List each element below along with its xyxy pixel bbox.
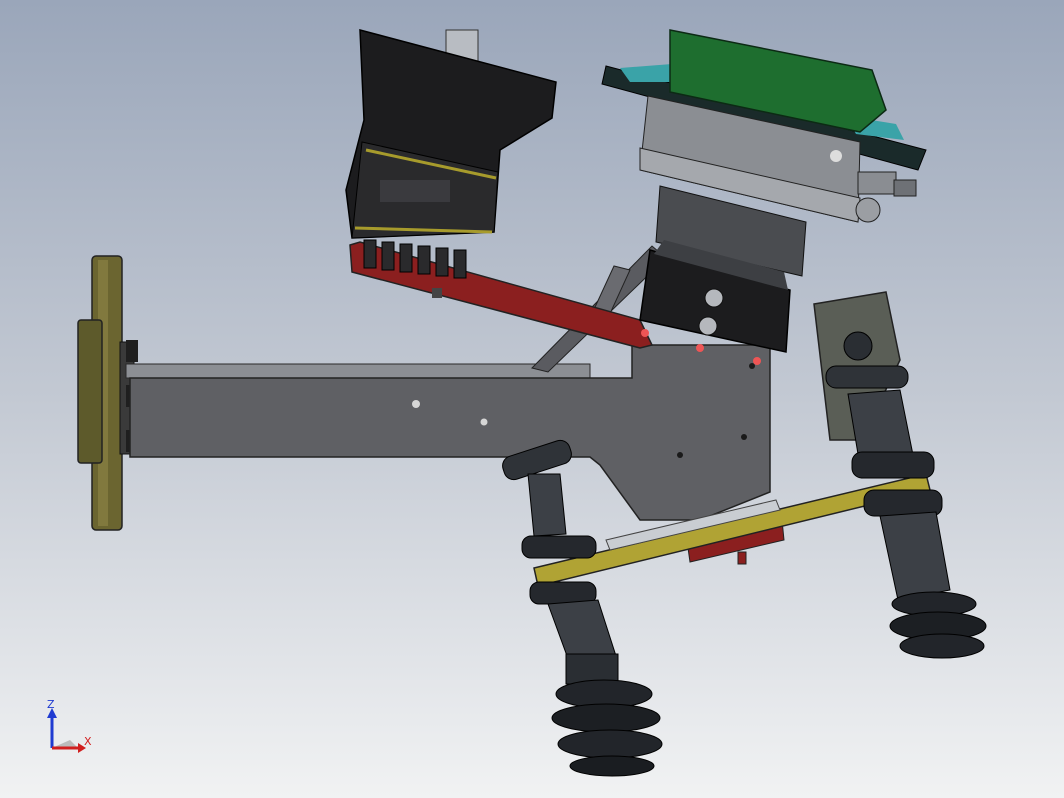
right-suction-cup — [813, 291, 987, 659]
sensor-housing — [345, 29, 557, 279]
axis-x-label: X — [84, 735, 92, 748]
pneumatic-cylinder — [601, 29, 927, 277]
main-arm — [125, 344, 771, 521]
axis-z-label: Z — [47, 698, 55, 711]
mounting-flange — [77, 255, 138, 531]
cad-viewport[interactable]: Z X — [0, 0, 1064, 798]
coordinate-triad: Z X — [47, 698, 92, 753]
